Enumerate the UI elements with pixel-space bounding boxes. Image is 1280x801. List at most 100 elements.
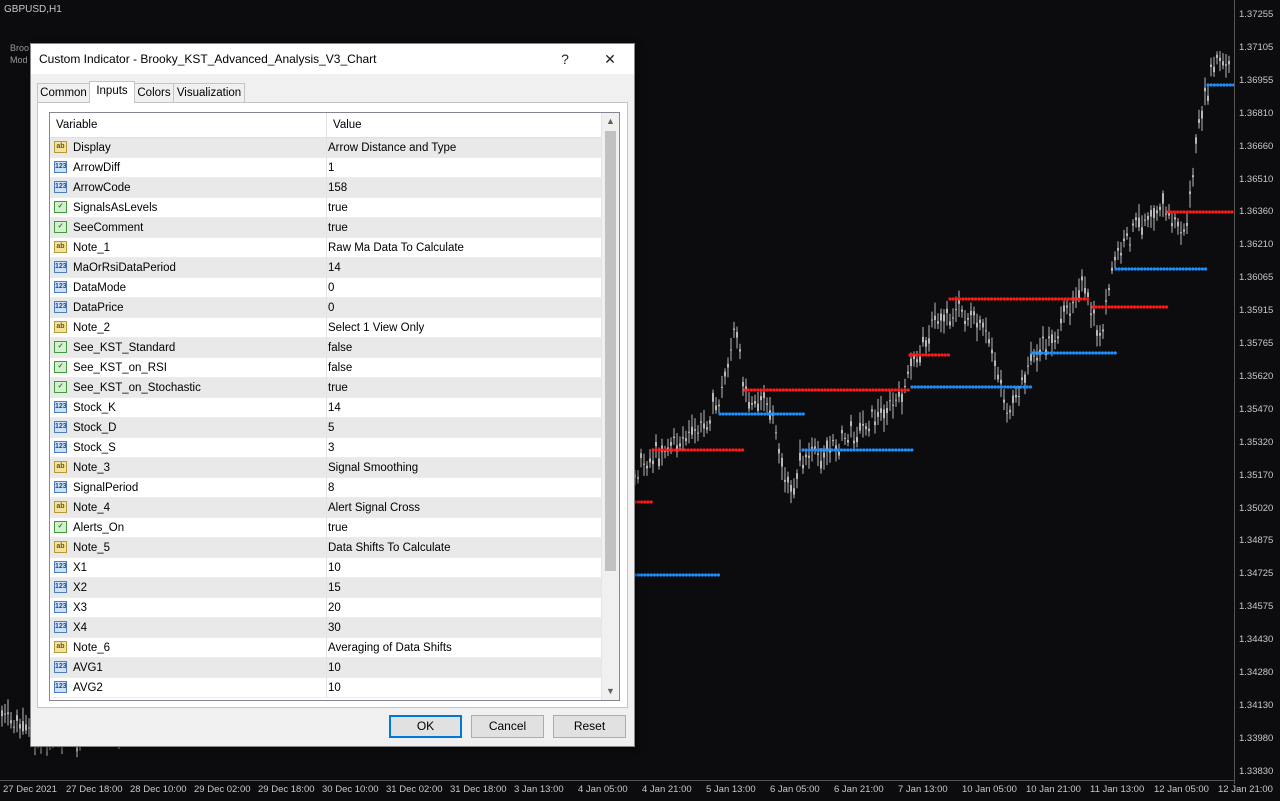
parameter-value[interactable]: true: [328, 518, 348, 538]
parameter-value[interactable]: 14: [328, 398, 341, 418]
tab-colors[interactable]: Colors: [134, 83, 174, 103]
parameter-value[interactable]: 8: [328, 478, 334, 498]
scroll-down-icon[interactable]: ▼: [602, 683, 619, 700]
parameter-value[interactable]: Signal Smoothing: [328, 458, 418, 478]
support-level-dot: [649, 573, 653, 577]
parameter-row[interactable]: ab Note_4 Alert Signal Cross: [50, 498, 601, 518]
parameter-value[interactable]: Select 1 View Only: [328, 318, 424, 338]
parameter-value[interactable]: false: [328, 338, 352, 358]
scroll-thumb[interactable]: [605, 131, 616, 571]
parameter-value[interactable]: true: [328, 218, 348, 238]
parameter-row[interactable]: 123 X4 30: [50, 618, 601, 638]
parameter-value[interactable]: 1: [328, 158, 334, 178]
support-level-dot: [910, 385, 914, 389]
price-tick-label: 1.35915: [1239, 305, 1274, 317]
parameter-value[interactable]: Raw Ma Data To Calculate: [328, 238, 464, 258]
support-level-dot: [640, 573, 644, 577]
candle-body: [1174, 217, 1176, 220]
support-level-dot: [897, 448, 901, 452]
parameter-row[interactable]: 123 DataPrice 0: [50, 298, 601, 318]
parameter-value[interactable]: 0: [328, 298, 334, 318]
ok-button[interactable]: OK: [389, 715, 462, 738]
parameter-row[interactable]: ab Note_5 Data Shifts To Calculate: [50, 538, 601, 558]
parameter-row[interactable]: 123 X3 20: [50, 598, 601, 618]
parameter-value[interactable]: Data Shifts To Calculate: [328, 538, 451, 558]
parameter-value[interactable]: 10: [328, 558, 341, 578]
parameter-row[interactable]: 123 X2 15: [50, 578, 601, 598]
parameter-row[interactable]: 123 X1 10: [50, 558, 601, 578]
parameter-value[interactable]: 15: [328, 578, 341, 598]
vertical-scrollbar[interactable]: ▲ ▼: [601, 113, 619, 700]
parameter-row[interactable]: 123 ArrowDiff 1: [50, 158, 601, 178]
resistance-level-dot: [807, 388, 811, 392]
parameter-value[interactable]: true: [328, 378, 348, 398]
parameter-row[interactable]: 123 DataMode 0: [50, 278, 601, 298]
parameter-name: Note_2: [73, 322, 111, 334]
candle-body: [700, 421, 702, 423]
cell-divider: [326, 258, 327, 278]
resistance-level-dot: [823, 388, 827, 392]
parameter-value[interactable]: Alert Signal Cross: [328, 498, 420, 518]
parameter-value[interactable]: 5: [328, 418, 334, 438]
parameter-value[interactable]: 0: [328, 278, 334, 298]
parameter-row[interactable]: 123 SignalPeriod 8: [50, 478, 601, 498]
cancel-button[interactable]: Cancel: [471, 715, 544, 738]
support-level-dot: [1228, 83, 1232, 87]
parameter-row[interactable]: 123 Stock_S 3: [50, 438, 601, 458]
candle-body: [1213, 66, 1215, 73]
parameter-row[interactable]: ✓ SignalsAsLevels true: [50, 198, 601, 218]
parameter-value[interactable]: 14: [328, 258, 341, 278]
close-button[interactable]: ✕: [595, 47, 625, 71]
candle-body: [637, 476, 639, 480]
parameter-value[interactable]: 20: [328, 598, 341, 618]
dialog-titlebar[interactable]: Custom Indicator - Brooky_KST_Advanced_A…: [31, 44, 634, 74]
parameter-value[interactable]: 158: [328, 178, 347, 198]
parameter-row[interactable]: ✓ See_KST_on_RSI false: [50, 358, 601, 378]
column-header-value[interactable]: Value: [327, 113, 601, 137]
parameter-row[interactable]: 123 Stock_D 5: [50, 418, 601, 438]
parameter-name: Note_1: [73, 242, 111, 254]
resistance-level-dot: [1076, 297, 1080, 301]
candle-body: [754, 401, 756, 404]
price-tick-label: 1.37255: [1239, 9, 1274, 20]
parameter-row[interactable]: ab Display Arrow Distance and Type: [50, 138, 601, 158]
parameter-value[interactable]: Arrow Distance and Type: [328, 138, 456, 158]
parameter-value[interactable]: 30: [328, 618, 341, 638]
column-header-variable[interactable]: Variable: [50, 113, 326, 137]
parameter-row[interactable]: ✓ Alerts_On true: [50, 518, 601, 538]
parameter-row[interactable]: ab Note_2 Select 1 View Only: [50, 318, 601, 338]
support-level-dot: [766, 412, 770, 416]
support-level-dot: [1146, 267, 1150, 271]
resistance-level-dot: [1009, 297, 1013, 301]
candle-body: [1177, 221, 1179, 227]
parameter-value[interactable]: 3: [328, 438, 334, 458]
parameter-row[interactable]: 123 ArrowCode 158: [50, 178, 601, 198]
parameter-value[interactable]: 10: [328, 658, 341, 678]
reset-button[interactable]: Reset: [553, 715, 626, 738]
parameter-row[interactable]: ✓ See_KST_on_Stochastic true: [50, 378, 601, 398]
support-level-dot: [1000, 385, 1004, 389]
scroll-up-icon[interactable]: ▲: [602, 113, 619, 130]
parameter-row[interactable]: ab Note_1 Raw Ma Data To Calculate: [50, 238, 601, 258]
resistance-level-dot: [1136, 305, 1140, 309]
parameter-row[interactable]: 123 MaOrRsiDataPeriod 14: [50, 258, 601, 278]
tab-inputs[interactable]: Inputs: [89, 81, 135, 103]
candle-body: [1087, 292, 1089, 297]
parameter-row[interactable]: ab Note_3 Signal Smoothing: [50, 458, 601, 478]
parameter-row[interactable]: 123 AVG1 10: [50, 658, 601, 678]
parameter-value[interactable]: false: [328, 358, 352, 378]
help-button[interactable]: ?: [550, 47, 580, 71]
parameter-value[interactable]: Averaging of Data Shifts: [328, 638, 452, 658]
tab-visualization[interactable]: Visualization: [173, 83, 245, 103]
parameter-row[interactable]: ✓ SeeComment true: [50, 218, 601, 238]
resistance-level-dot: [705, 448, 710, 452]
parameter-row[interactable]: ab Note_6 Averaging of Data Shifts: [50, 638, 601, 658]
resistance-level-dot: [958, 297, 962, 301]
parameter-value[interactable]: 10: [328, 678, 341, 698]
parameter-row[interactable]: ✓ See_KST_Standard false: [50, 338, 601, 358]
parameter-value[interactable]: true: [328, 198, 348, 218]
parameter-row[interactable]: 123 Stock_K 14: [50, 398, 601, 418]
candle-body: [943, 314, 945, 322]
tab-common[interactable]: Common: [37, 83, 90, 103]
parameter-row[interactable]: 123 AVG2 10: [50, 678, 601, 698]
